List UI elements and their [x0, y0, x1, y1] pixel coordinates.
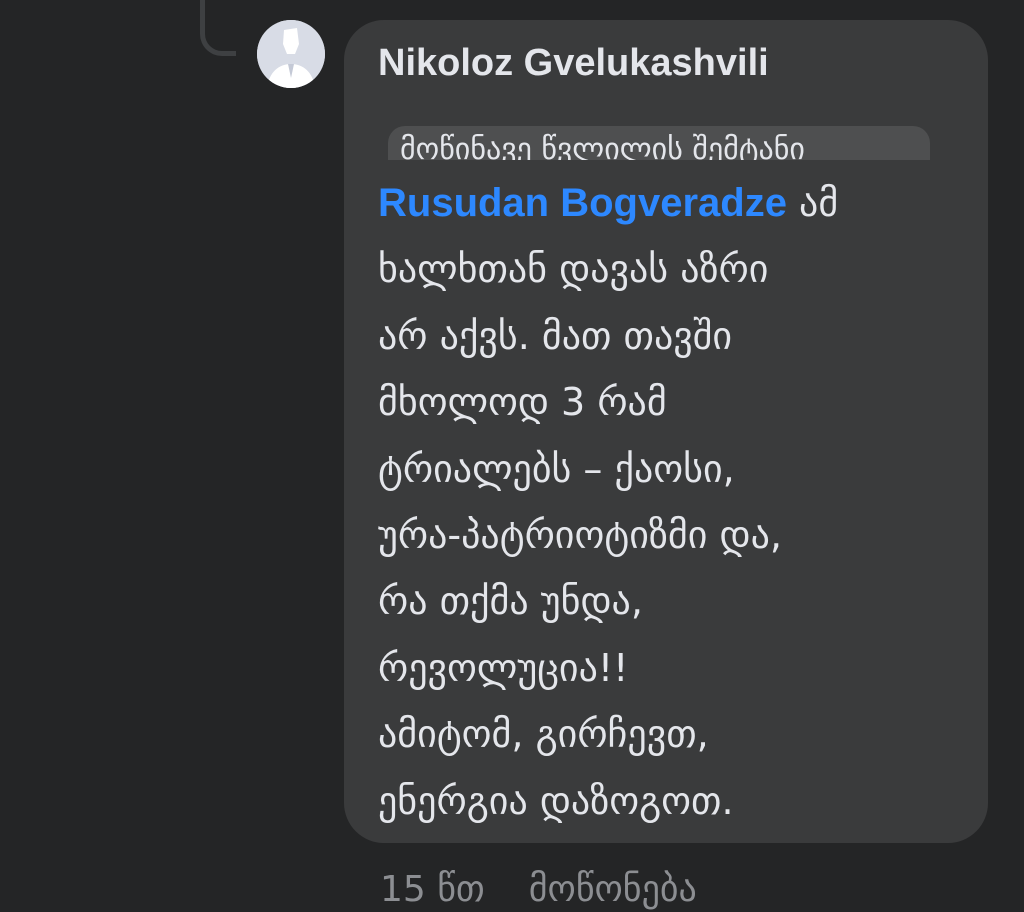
comment-line-1: Rusudan Bogveradze ამ: [378, 181, 839, 225]
comment-line-6: ურა-პატრიოტიზმი და,: [378, 513, 782, 558]
comment-actions: 15 წთ მოწონება: [380, 868, 697, 912]
reply-thread-connector: [200, 0, 236, 56]
comment-line-2: ხალხთან დავას აზრი: [378, 247, 769, 292]
comment-line-4: მხოლოდ 3 რამ: [378, 380, 667, 425]
comment-line-8: რევოლუცია!!: [378, 645, 629, 690]
comment-line-3: არ აქვს. მათ თავში: [378, 313, 733, 358]
comment-line-5: ტრიალებს – ქაოსი,: [378, 446, 735, 491]
top-contributor-badge: მოწინავე წვლილის შემტანი: [388, 126, 930, 160]
default-profile-icon: [257, 20, 325, 88]
comment-line-7: რა თქმა უნდა,: [378, 579, 643, 624]
mention-link[interactable]: Rusudan Bogveradze: [378, 181, 787, 225]
comment-text: Rusudan Bogveradze ამ ხალხთან დავას აზრი…: [378, 170, 978, 834]
avatar[interactable]: [257, 20, 325, 88]
like-button[interactable]: მოწონება: [529, 869, 697, 910]
comment-line-9: ამიტომ, გირჩევთ,: [378, 712, 709, 757]
comment-bubble: Nikoloz Gvelukashvili მოწინავე წვლილის შ…: [344, 20, 988, 843]
comment-line-10: ენერგია დაზოგოთ.: [378, 778, 734, 823]
comment-author-name[interactable]: Nikoloz Gvelukashvili: [378, 41, 769, 85]
comment-timestamp[interactable]: 15 წთ: [380, 869, 485, 910]
badge-label: მოწინავე წვლილის შემტანი: [400, 132, 805, 160]
